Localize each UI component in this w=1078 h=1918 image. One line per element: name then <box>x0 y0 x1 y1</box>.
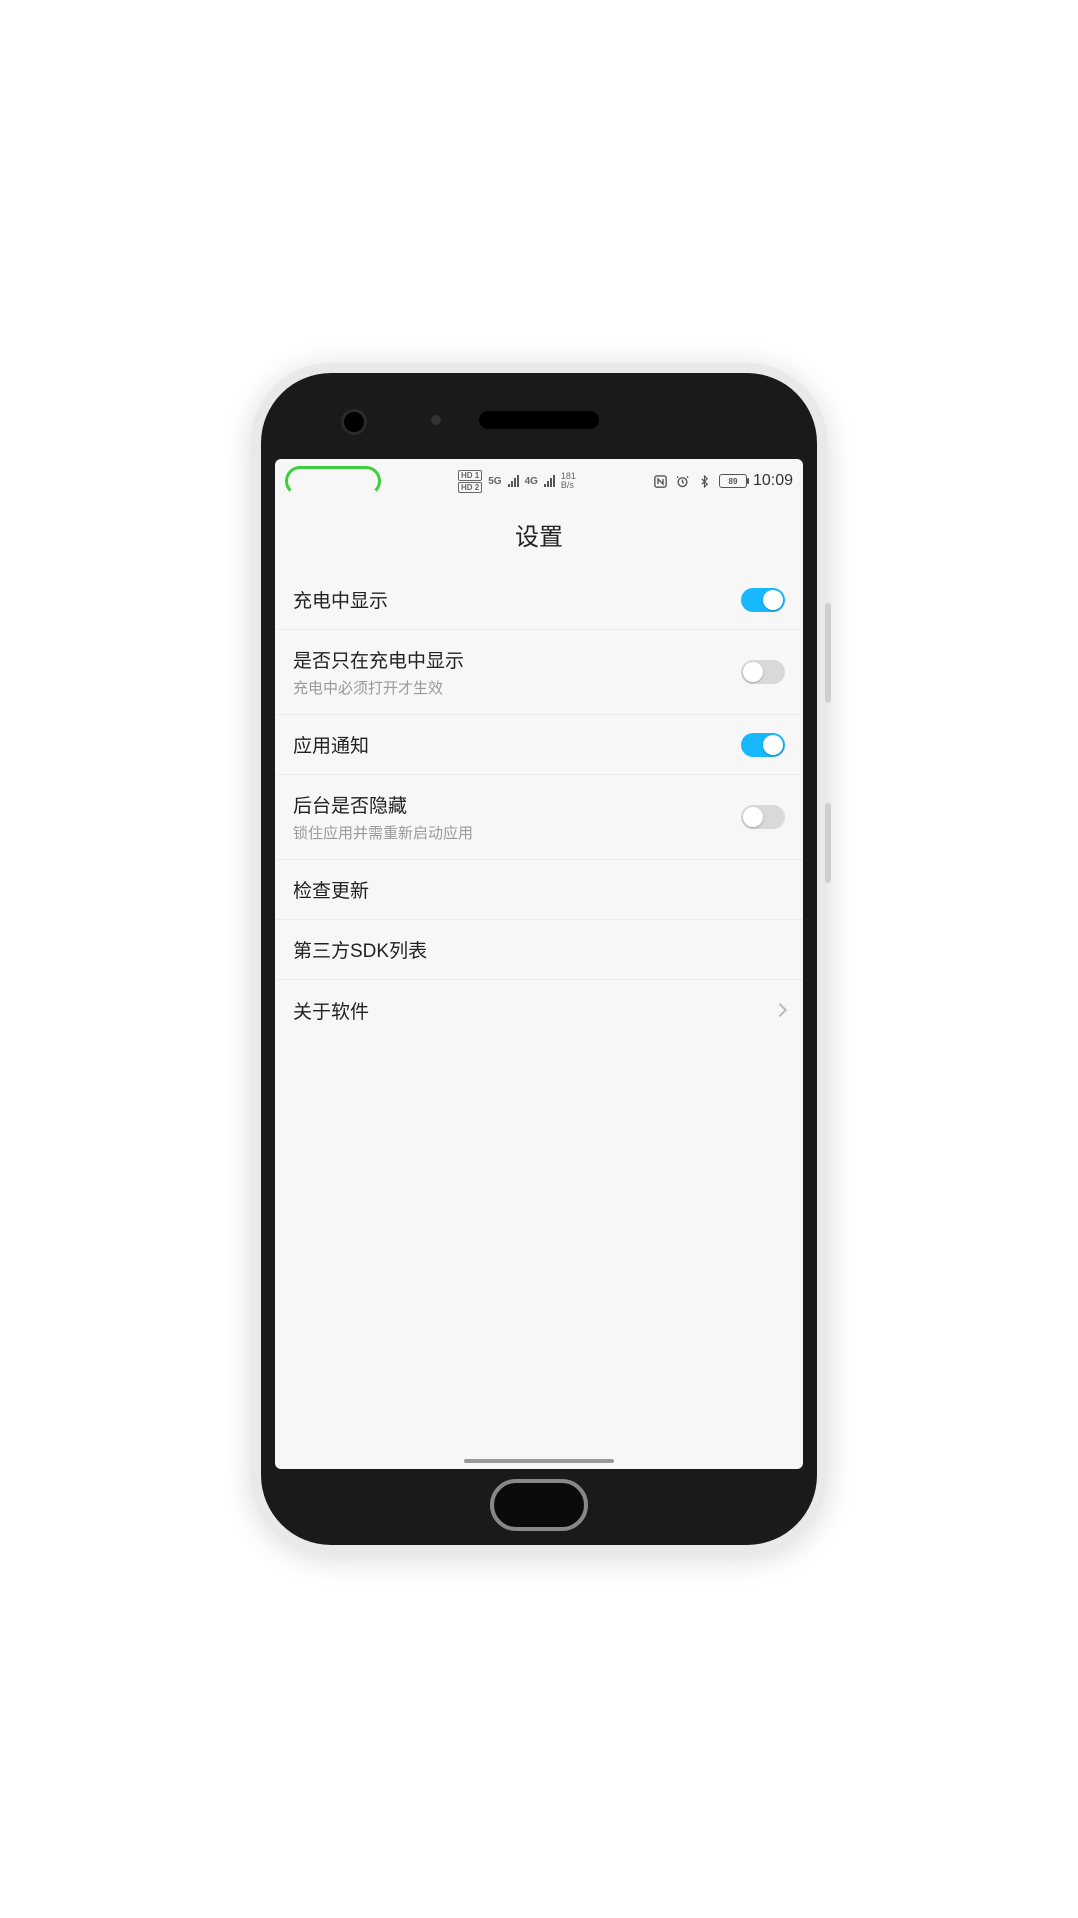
net-rate-unit: B/s <box>561 481 576 490</box>
row-title: 第三方SDK列表 <box>293 936 427 963</box>
nfc-icon <box>653 473 669 489</box>
battery-level: 89 <box>729 477 738 486</box>
bluetooth-icon <box>697 473 713 489</box>
row-about[interactable]: 关于软件 <box>275 980 803 1040</box>
chevron-right-icon <box>773 1003 787 1017</box>
row-subtitle: 锁住应用并需重新启动应用 <box>293 822 473 843</box>
row-hide-in-background[interactable]: 后台是否隐藏 锁住应用并需重新启动应用 <box>275 775 803 860</box>
hd2-badge: HD 2 <box>458 482 482 493</box>
status-time: 10:09 <box>753 472 793 490</box>
toggle-show-while-charging[interactable] <box>741 588 785 612</box>
row-third-party-sdk[interactable]: 第三方SDK列表 <box>275 920 803 980</box>
status-bar: HD 1 HD 2 5G 4G 181 B/s <box>275 459 803 503</box>
status-network-cluster: HD 1 HD 2 5G 4G 181 B/s <box>458 470 576 493</box>
row-title: 应用通知 <box>293 731 369 758</box>
page-title: 设置 <box>275 503 803 570</box>
row-app-notifications[interactable]: 应用通知 <box>275 715 803 775</box>
home-button[interactable] <box>490 1479 588 1531</box>
network-gen-2: 4G <box>525 476 538 487</box>
toggle-app-notifications[interactable] <box>741 733 785 757</box>
network-gen-1: 5G <box>488 476 501 487</box>
net-rate: 181 B/s <box>561 472 576 490</box>
front-camera-icon <box>341 409 367 435</box>
row-subtitle: 充电中必须打开才生效 <box>293 677 464 698</box>
sensor-icon <box>431 415 441 425</box>
row-show-while-charging[interactable]: 充电中显示 <box>275 570 803 630</box>
phone-bezel: HD 1 HD 2 5G 4G 181 B/s <box>261 373 817 1545</box>
row-title: 关于软件 <box>293 997 369 1024</box>
dynamic-pill-icon <box>285 466 381 496</box>
battery-icon: 89 <box>719 474 747 488</box>
signal-bars-1-icon <box>508 475 519 487</box>
row-title: 充电中显示 <box>293 586 388 613</box>
settings-list: 充电中显示 是否只在充电中显示 充电中必须打开才生效 应用通知 <box>275 570 803 1040</box>
gesture-handle[interactable] <box>464 1459 614 1463</box>
toggle-hide-in-background[interactable] <box>741 805 785 829</box>
phone-frame: HD 1 HD 2 5G 4G 181 B/s <box>251 363 827 1555</box>
hd1-badge: HD 1 <box>458 470 482 481</box>
volume-button <box>825 603 831 703</box>
row-only-while-charging[interactable]: 是否只在充电中显示 充电中必须打开才生效 <box>275 630 803 715</box>
status-right-cluster: 89 10:09 <box>653 472 793 490</box>
earpiece-icon <box>479 411 599 429</box>
toggle-only-while-charging[interactable] <box>741 660 785 684</box>
alarm-icon <box>675 473 691 489</box>
power-button <box>825 803 831 883</box>
row-check-update[interactable]: 检查更新 <box>275 860 803 920</box>
screen: HD 1 HD 2 5G 4G 181 B/s <box>275 459 803 1469</box>
row-title: 后台是否隐藏 <box>293 791 473 818</box>
signal-bars-2-icon <box>544 475 555 487</box>
row-title: 是否只在充电中显示 <box>293 646 464 673</box>
row-title: 检查更新 <box>293 876 369 903</box>
